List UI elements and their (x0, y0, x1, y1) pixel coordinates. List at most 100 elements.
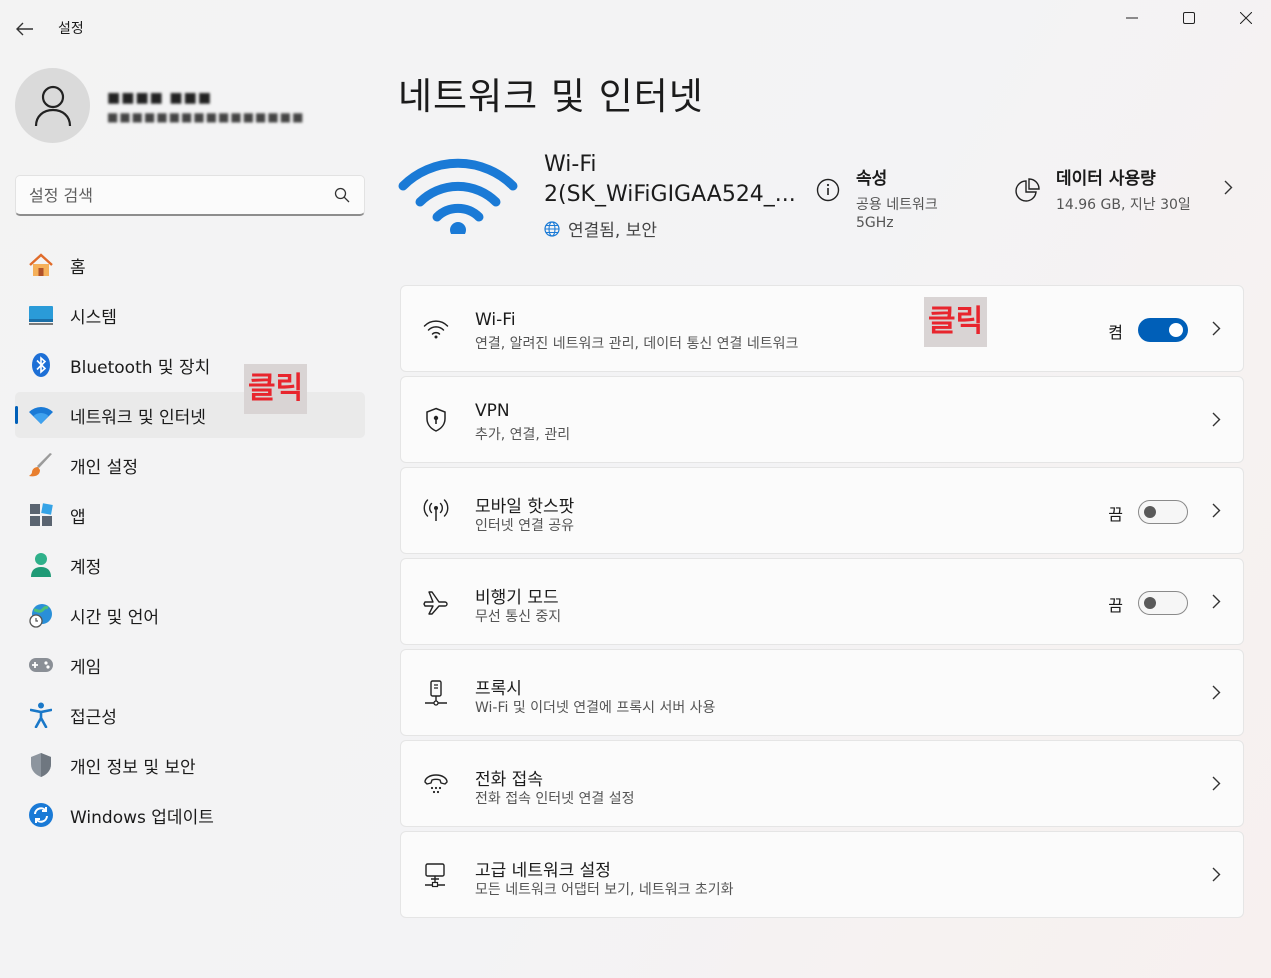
connection-hero: Wi-Fi 2(SK_WiFiGIGAA524_... 연결됨, 보안 속성 공… (398, 140, 1243, 250)
card-airplane-mode[interactable]: 비행기 모드 무선 통신 중지 끔 (400, 558, 1244, 645)
card-subtitle: 인터넷 연결 공유 (475, 518, 575, 534)
connection-status: 연결됨, 보안 (544, 216, 657, 241)
chevron-right-icon (1212, 412, 1221, 427)
mobile-hotspot-toggle[interactable] (1138, 500, 1188, 524)
sidebar-item-gaming[interactable]: 게임 (15, 642, 365, 688)
proxy-icon (421, 678, 451, 708)
card-title: Wi-Fi (475, 310, 516, 330)
chevron-right-icon (1212, 503, 1221, 518)
sidebar-item-label: 게임 (70, 657, 102, 678)
sidebar-item-accounts[interactable]: 계정 (15, 542, 365, 588)
sidebar-item-label: 시간 및 언어 (70, 607, 160, 628)
card-subtitle: Wi-Fi 및 이더넷 연결에 프록시 서버 사용 (475, 700, 716, 716)
card-mobile-hotspot[interactable]: 모바일 핫스팟 인터넷 연결 공유 끔 (400, 467, 1244, 554)
sidebar-item-privacy[interactable]: 개인 정보 및 보안 (15, 742, 365, 788)
home-icon (27, 251, 55, 279)
avatar (15, 68, 90, 143)
user-icon (34, 85, 71, 126)
sidebar-item-apps[interactable]: 앱 (15, 492, 365, 538)
sidebar-item-label: 개인 설정 (70, 457, 138, 478)
sidebar-item-system[interactable]: 시스템 (15, 292, 365, 338)
chevron-right-icon (1212, 685, 1221, 700)
info-icon (816, 178, 840, 202)
sidebar-nav: 홈 시스템 Bluetooth 및 장치 네트워크 및 인터넷 개인 설정 앱 (15, 242, 365, 842)
pie-chart-icon (1015, 178, 1040, 202)
data-usage[interactable]: 데이터 사용량 14.96 GB, 지난 30일 (1014, 164, 1243, 214)
sidebar-item-label: 홈 (70, 257, 86, 278)
sidebar-item-home[interactable]: 홈 (15, 242, 365, 288)
shield-icon (27, 751, 55, 779)
card-vpn[interactable]: VPN 추가, 연결, 관리 (400, 376, 1244, 463)
card-dial-up[interactable]: 전화 접속 전화 접속 인터넷 연결 설정 (400, 740, 1244, 827)
vpn-shield-icon (421, 405, 451, 435)
chevron-right-icon (1212, 321, 1221, 336)
properties-title: 속성 (856, 169, 888, 189)
click-annotation: 클릭 (924, 297, 988, 347)
properties-network-type: 공용 네트워크 (856, 197, 938, 213)
hotspot-icon (421, 496, 451, 526)
airplane-mode-toggle[interactable] (1138, 591, 1188, 615)
network-ssid-continued: 2(SK_WiFiGIGAA524_... (544, 182, 796, 207)
card-subtitle: 모든 네트워크 어댑터 보기, 네트워크 초기화 (475, 882, 734, 898)
sidebar-item-time-language[interactable]: 시간 및 언어 (15, 592, 365, 638)
data-usage-title: 데이터 사용량 (1056, 169, 1156, 189)
card-subtitle: 연결, 알려진 네트워크 관리, 데이터 통신 연결 네트워크 (475, 336, 799, 352)
search-box[interactable] (15, 175, 365, 216)
card-subtitle: 전화 접속 인터넷 연결 설정 (475, 791, 635, 807)
card-advanced-network[interactable]: 고급 네트워크 설정 모든 네트워크 어댑터 보기, 네트워크 초기화 (400, 831, 1244, 918)
search-icon[interactable] (334, 187, 350, 203)
wifi-toggle[interactable] (1138, 318, 1188, 342)
profile-email: ■■■■■■■■■■■■■■■■ (107, 110, 305, 124)
card-subtitle: 추가, 연결, 관리 (475, 427, 571, 443)
network-icon (27, 401, 55, 429)
card-title: 프록시 (475, 679, 522, 699)
back-button[interactable] (12, 16, 38, 42)
toggle-state-label: 끔 (1108, 505, 1123, 524)
sidebar-item-label: Windows 업데이트 (70, 807, 214, 828)
search-input[interactable] (16, 176, 326, 214)
app-title: 설정 (58, 21, 84, 37)
toggle-knob (1144, 597, 1156, 609)
profile-name: ■■■■ ■■■ (107, 90, 213, 106)
sidebar-item-label: 네트워크 및 인터넷 (70, 407, 206, 428)
toggle-state-label: 끔 (1108, 596, 1123, 615)
sidebar-item-accessibility[interactable]: 접근성 (15, 692, 365, 738)
settings-list: Wi-Fi 연결, 알려진 네트워크 관리, 데이터 통신 연결 네트워크 켬 … (400, 285, 1244, 922)
airplane-icon (421, 587, 451, 617)
toggle-knob (1144, 506, 1156, 518)
chevron-right-icon (1212, 776, 1221, 791)
sidebar-item-windows-update[interactable]: Windows 업데이트 (15, 792, 365, 838)
accessibility-icon (27, 701, 55, 729)
sidebar-item-label: 시스템 (70, 307, 117, 328)
back-arrow-icon (16, 22, 33, 36)
wifi-icon (421, 314, 451, 344)
properties-band: 5GHz (856, 215, 894, 231)
page-title: 네트워크 및 인터넷 (398, 75, 704, 118)
sidebar-item-label: Bluetooth 및 장치 (70, 357, 211, 378)
sidebar-item-label: 앱 (70, 507, 86, 528)
close-button[interactable] (1223, 6, 1269, 30)
system-icon (27, 301, 55, 329)
minimize-button[interactable] (1109, 6, 1155, 30)
maximize-button[interactable] (1166, 6, 1212, 30)
card-title: 모바일 핫스팟 (475, 497, 575, 517)
card-title: 고급 네트워크 설정 (475, 861, 611, 881)
card-proxy[interactable]: 프록시 Wi-Fi 및 이더넷 연결에 프록시 서버 사용 (400, 649, 1244, 736)
card-wifi[interactable]: Wi-Fi 연결, 알려진 네트워크 관리, 데이터 통신 연결 네트워크 켬 (400, 285, 1244, 372)
maximize-icon (1183, 12, 1195, 24)
apps-icon (27, 501, 55, 529)
account-icon (27, 551, 55, 579)
user-profile[interactable]: ■■■■ ■■■ ■■■■■■■■■■■■■■■■ (15, 68, 365, 144)
bluetooth-icon (27, 351, 55, 379)
sidebar-item-personalization[interactable]: 개인 설정 (15, 442, 365, 488)
chevron-right-icon (1212, 594, 1221, 609)
title-bar: 설정 (0, 0, 1271, 56)
sidebar-item-bluetooth[interactable]: Bluetooth 및 장치 (15, 342, 365, 388)
toggle-state-label: 켬 (1108, 323, 1123, 342)
card-title: 비행기 모드 (475, 588, 559, 608)
card-title: 전화 접속 (475, 770, 543, 790)
sidebar-item-network[interactable]: 네트워크 및 인터넷 (15, 392, 365, 438)
click-annotation: 클릭 (244, 364, 308, 414)
close-icon (1240, 12, 1252, 24)
dial-up-phone-icon (421, 769, 451, 799)
